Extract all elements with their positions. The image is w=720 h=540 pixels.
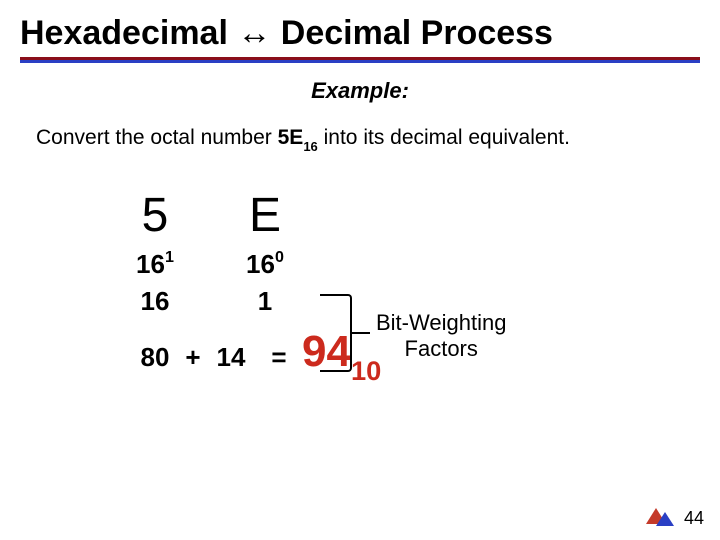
worked-table: 5 E 161 160 16 1 <box>0 188 720 317</box>
digits-row: 5 E <box>100 188 720 243</box>
digit-0: 5 <box>100 188 210 243</box>
bracket-icon <box>320 294 352 372</box>
conversion-prompt: Convert the octal number 5E16 into its d… <box>0 126 720 152</box>
placevalue-1: 1 <box>210 286 320 317</box>
place-0: 161 <box>100 249 210 280</box>
bit-label-line1: Bit-Weighting <box>376 310 506 336</box>
logo-icon <box>646 506 676 530</box>
place-row: 161 160 <box>100 249 720 280</box>
page-footer: 44 <box>646 506 704 530</box>
placevalue-0: 16 <box>100 286 210 317</box>
digit-1: E <box>210 188 320 243</box>
prompt-pre: Convert the octal number <box>36 126 278 149</box>
sum-term-1: 14 <box>176 342 286 373</box>
bracket-connector <box>352 332 370 334</box>
result-base: 10 <box>351 355 381 386</box>
place-0-base: 16 <box>136 249 165 279</box>
prompt-number: 5E <box>278 126 304 149</box>
prompt-base: 16 <box>303 139 317 154</box>
place-0-exp: 1 <box>165 248 174 266</box>
page-title: Hexadecimal ↔ Decimal Process <box>0 0 720 57</box>
example-label: Example: <box>0 78 720 104</box>
bit-weighting-label: Bit-Weighting Factors <box>376 310 506 363</box>
bit-label-line2: Factors <box>376 336 506 362</box>
sum-row: 80 + 14 = 9410 <box>0 327 720 383</box>
title-rule <box>20 57 700 60</box>
place-1-exp: 0 <box>275 248 284 266</box>
prompt-post: into its decimal equivalent. <box>318 126 570 149</box>
page-number: 44 <box>684 508 704 529</box>
place-1-base: 16 <box>246 249 275 279</box>
place-1: 160 <box>210 249 320 280</box>
